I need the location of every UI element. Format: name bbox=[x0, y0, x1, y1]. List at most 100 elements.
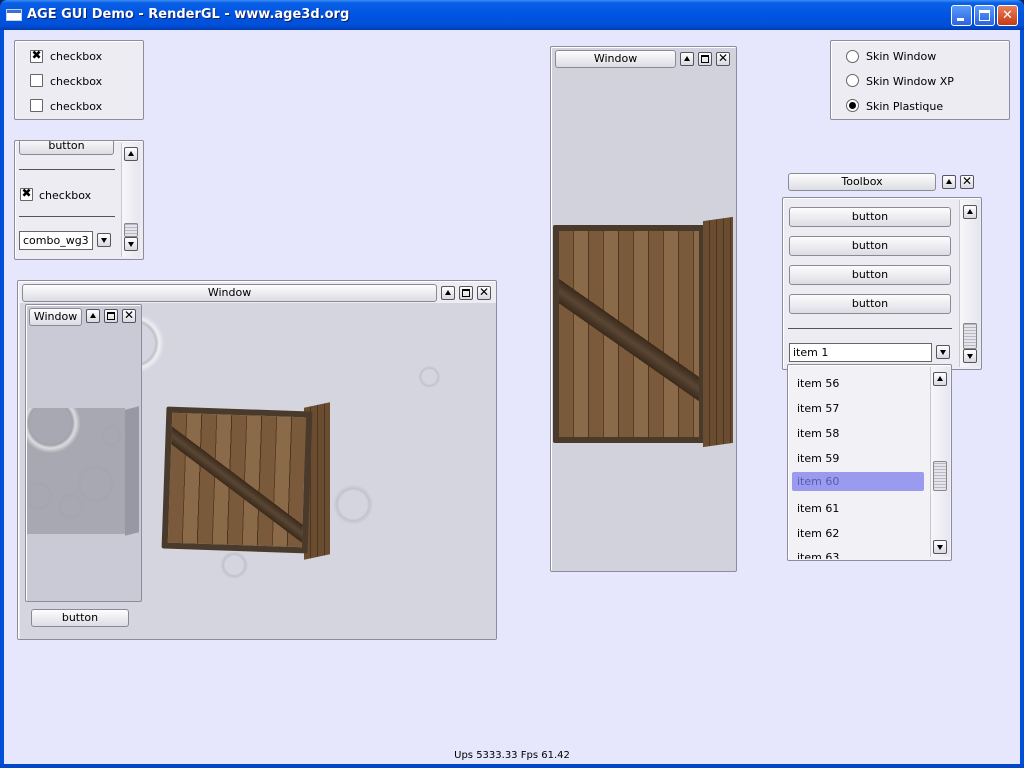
list-item-selected[interactable]: item 60 bbox=[792, 472, 924, 491]
toolbox-button-2[interactable]: button bbox=[789, 236, 951, 256]
close-icon: ✕ bbox=[1002, 8, 1013, 23]
toolbox-combo-dropdown-button[interactable] bbox=[936, 345, 950, 359]
minimize-icon bbox=[957, 18, 964, 21]
checkbox-2-label: checkbox bbox=[50, 75, 103, 88]
checkbox-1-label: checkbox bbox=[50, 50, 103, 63]
toolbox-button-3[interactable]: button bbox=[789, 265, 951, 285]
toolbox-scrollbar[interactable] bbox=[959, 200, 980, 367]
close-icon: ✕ bbox=[123, 308, 135, 322]
window-border-bottom bbox=[0, 764, 1024, 768]
toolbox-combo-field[interactable]: item 1 bbox=[789, 343, 932, 362]
maximize-icon bbox=[979, 10, 990, 21]
window-title: AGE GUI Demo - RenderGL - www.age3d.org bbox=[27, 7, 350, 22]
window-titlebar[interactable]: AGE GUI Demo - RenderGL - www.age3d.org … bbox=[0, 0, 1024, 30]
main-window-titlebar[interactable]: Window bbox=[22, 284, 437, 302]
arrow-up-icon bbox=[445, 290, 451, 295]
moon-cube-image bbox=[27, 408, 125, 534]
list-item[interactable]: item 63 bbox=[792, 548, 924, 559]
checkbox-3[interactable] bbox=[30, 99, 43, 112]
dropdown-scrollbar[interactable] bbox=[930, 367, 950, 557]
tall-window-close-button[interactable]: ✕ bbox=[716, 52, 730, 66]
arrow-down-icon bbox=[967, 354, 973, 359]
inner-window-collapse-button[interactable] bbox=[86, 309, 100, 323]
toolbox-collapse-button[interactable] bbox=[942, 175, 956, 189]
dropdown-scroll-thumb[interactable] bbox=[933, 461, 947, 491]
widget-panel-checkbox-label: checkbox bbox=[39, 189, 92, 202]
app-icon bbox=[6, 9, 22, 21]
maximize-icon bbox=[107, 312, 115, 320]
maximize-button[interactable] bbox=[974, 5, 995, 26]
toolbox-close-button[interactable]: ✕ bbox=[960, 175, 974, 189]
main-window: Window ✕ Window ✕ button bbox=[17, 280, 497, 640]
arrow-up-icon bbox=[128, 151, 134, 156]
radio-skin-window-label: Skin Window bbox=[866, 50, 937, 63]
tall-window: Window ✕ bbox=[550, 46, 737, 572]
list-item[interactable]: item 61 bbox=[792, 499, 924, 518]
close-icon: ✕ bbox=[961, 174, 973, 188]
list-item[interactable]: item 58 bbox=[792, 424, 924, 443]
crate-image bbox=[161, 406, 313, 554]
main-window-close-button[interactable]: ✕ bbox=[477, 286, 491, 300]
separator bbox=[19, 169, 115, 170]
separator bbox=[788, 328, 952, 329]
widget-panel-button[interactable]: button bbox=[19, 141, 114, 155]
check-icon: ✖ bbox=[21, 186, 32, 200]
toolbox-scroll-up-button[interactable] bbox=[963, 205, 977, 219]
inner-window-close-button[interactable]: ✕ bbox=[122, 309, 136, 323]
crate-side-large bbox=[703, 216, 733, 448]
radio-skin-window-xp[interactable] bbox=[846, 74, 859, 87]
inner-window-maximize-button[interactable] bbox=[104, 309, 118, 323]
widget-panel-scrollbar[interactable] bbox=[121, 143, 140, 257]
close-icon: ✕ bbox=[717, 51, 729, 65]
combo-dropdown-button[interactable] bbox=[97, 233, 111, 247]
inner-window-titlebar[interactable]: Window bbox=[29, 308, 82, 326]
widget-panel-checkbox[interactable]: ✖ bbox=[20, 186, 33, 201]
skin-panel: Skin Window Skin Window XP Skin Plastiqu… bbox=[830, 40, 1010, 120]
radio-skin-window-xp-label: Skin Window XP bbox=[866, 75, 954, 88]
toolbox-button-4[interactable]: button bbox=[789, 294, 951, 314]
widget-panel: button ✖ checkbox combo_wg3 bbox=[14, 140, 144, 260]
minimize-button[interactable] bbox=[951, 5, 972, 26]
checkbox-2[interactable] bbox=[30, 74, 43, 87]
separator bbox=[19, 216, 115, 217]
main-window-collapse-button[interactable] bbox=[441, 286, 455, 300]
crate-image-large bbox=[553, 225, 705, 443]
arrow-up-icon bbox=[946, 179, 952, 184]
tall-window-maximize-button[interactable] bbox=[698, 52, 712, 66]
list-item[interactable]: item 57 bbox=[792, 399, 924, 418]
chevron-down-icon bbox=[940, 350, 946, 355]
scroll-up-button[interactable] bbox=[124, 147, 138, 161]
window-border-right bbox=[1020, 30, 1024, 764]
scroll-thumb[interactable] bbox=[124, 223, 138, 237]
main-window-button[interactable]: button bbox=[31, 609, 129, 627]
checkbox-1[interactable]: ✖ bbox=[30, 48, 43, 63]
radio-skin-plastique[interactable] bbox=[846, 99, 859, 112]
moon-cube-side bbox=[125, 406, 139, 536]
status-text: Ups 5333.33 Fps 61.42 bbox=[454, 750, 570, 761]
toolbox-scroll-thumb[interactable] bbox=[963, 323, 977, 349]
maximize-icon bbox=[701, 55, 709, 63]
scroll-down-button[interactable] bbox=[124, 237, 138, 251]
arrow-down-icon bbox=[937, 545, 943, 550]
toolbox-titlebar[interactable]: Toolbox bbox=[788, 173, 936, 191]
tall-window-titlebar[interactable]: Window bbox=[555, 50, 676, 68]
maximize-icon bbox=[462, 289, 470, 297]
toolbox-panel: button button button button item 1 bbox=[782, 197, 982, 370]
list-item[interactable]: item 56 bbox=[792, 374, 924, 393]
main-window-maximize-button[interactable] bbox=[459, 286, 473, 300]
radio-selected-dot bbox=[849, 102, 856, 109]
toolbox-button-1[interactable]: button bbox=[789, 207, 951, 227]
dropdown-scroll-up-button[interactable] bbox=[933, 372, 947, 386]
chevron-down-icon bbox=[101, 238, 107, 243]
arrow-down-icon bbox=[128, 242, 134, 247]
arrow-up-icon bbox=[937, 376, 943, 381]
check-icon: ✖ bbox=[31, 48, 42, 62]
tall-window-collapse-button[interactable] bbox=[680, 52, 694, 66]
close-button[interactable]: ✕ bbox=[997, 5, 1018, 26]
toolbox-scroll-down-button[interactable] bbox=[963, 349, 977, 363]
list-item[interactable]: item 62 bbox=[792, 524, 924, 543]
dropdown-scroll-down-button[interactable] bbox=[933, 540, 947, 554]
radio-skin-window[interactable] bbox=[846, 50, 859, 63]
combo-field[interactable]: combo_wg3 bbox=[19, 231, 93, 250]
list-item[interactable]: item 59 bbox=[792, 449, 924, 468]
